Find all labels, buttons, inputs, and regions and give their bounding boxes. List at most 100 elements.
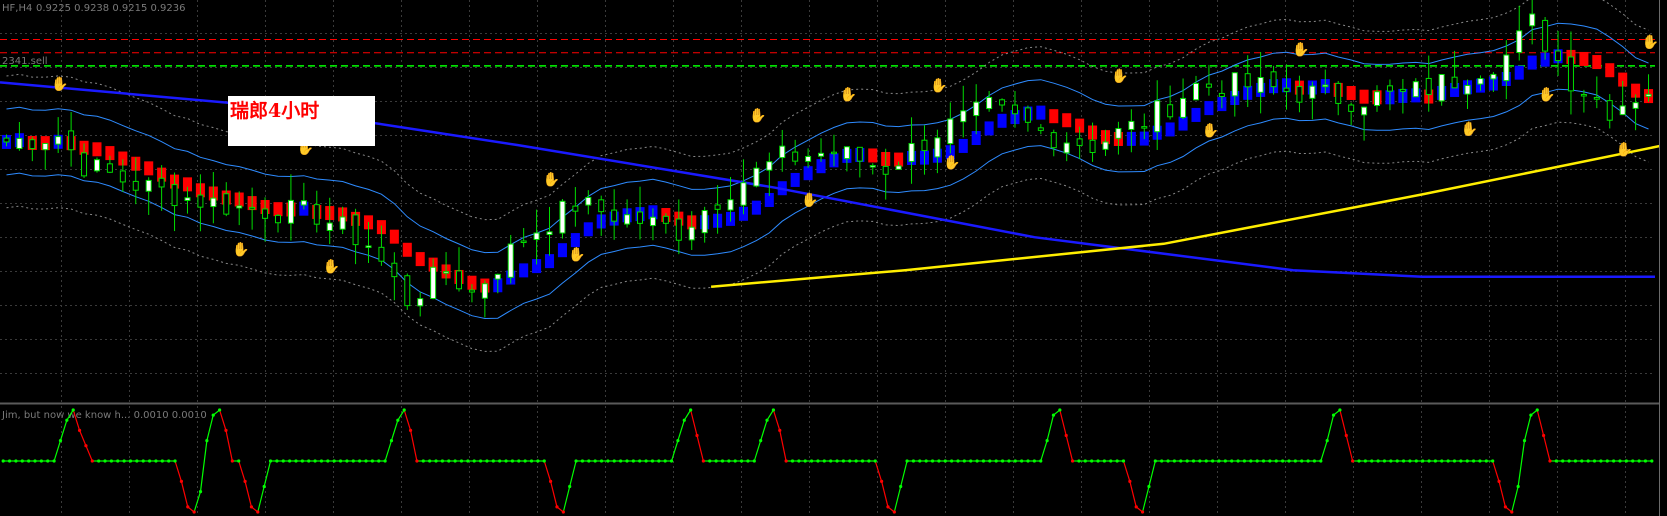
osc-point	[77, 428, 82, 432]
candle-bear	[1425, 77, 1432, 95]
osc-point	[275, 459, 279, 463]
osc-point	[167, 459, 171, 463]
candle-bull	[339, 216, 346, 230]
osc-point	[1020, 459, 1024, 463]
candle-bull	[430, 266, 437, 300]
candle-bull	[973, 101, 980, 117]
candle-bear	[132, 180, 139, 191]
osc-point	[313, 459, 317, 463]
osc-point	[619, 459, 623, 463]
ribbon-bar-up	[1514, 65, 1524, 80]
red-hand-icon: ✋	[543, 171, 560, 188]
osc-point	[1039, 459, 1043, 463]
ribbon-bar-up	[803, 166, 813, 181]
blue-hand-icon: ✋	[1202, 122, 1219, 139]
osc-point	[383, 459, 387, 463]
osc-point	[1064, 433, 1068, 438]
osc-point	[638, 459, 642, 463]
osc-point	[338, 459, 343, 463]
osc-point	[848, 459, 852, 463]
candle-bear	[1050, 132, 1057, 149]
osc-point	[969, 459, 973, 463]
candle-bear	[1205, 83, 1212, 88]
ribbon-bar-up	[1165, 122, 1175, 137]
blue-hand-icon: ✋	[1538, 86, 1555, 103]
candle-bear	[520, 240, 527, 243]
osc-point	[345, 459, 349, 463]
candle-bull	[1619, 105, 1626, 116]
osc-point	[720, 459, 725, 463]
osc-point	[1586, 459, 1590, 463]
ribbon-bar-down	[389, 229, 399, 244]
price-chart[interactable]: ✋✋✋✋✋✋✋✋✋✋✋✋✋✋✋✋✋✋✋ 瑞郎4小时 HF,H4 0.9225 0…	[0, 0, 1667, 516]
candle-bear	[1399, 88, 1406, 92]
osc-point	[784, 459, 788, 463]
osc-point	[20, 459, 24, 463]
osc-point	[122, 459, 126, 463]
osc-point	[1650, 459, 1654, 463]
candle-bull	[624, 214, 631, 225]
osc-point	[1414, 459, 1418, 463]
candle-bull	[585, 196, 592, 206]
ribbon-bar-up	[997, 113, 1007, 128]
candle-bear	[262, 208, 269, 219]
osc-point	[428, 459, 432, 463]
osc-point	[739, 459, 744, 463]
candle-bull	[1128, 120, 1135, 130]
osc-point	[459, 459, 464, 463]
ribbon-bar-down	[1579, 51, 1589, 66]
osc-point	[1128, 479, 1132, 483]
osc-point	[988, 459, 992, 463]
ribbon-bar-down	[1592, 55, 1602, 70]
ribbon-bar-up	[544, 254, 555, 269]
osc-point	[1331, 413, 1336, 417]
osc-point	[230, 459, 234, 463]
osc-point	[905, 459, 909, 463]
osc-point	[1115, 459, 1119, 463]
osc-point	[1102, 459, 1106, 463]
osc-point	[211, 413, 215, 417]
osc-point	[300, 459, 304, 463]
osc-point	[669, 459, 674, 463]
osc-point	[1007, 459, 1011, 463]
ribbon-bar-up	[557, 243, 567, 258]
osc-point	[829, 459, 833, 463]
osc-point	[415, 459, 419, 463]
ribbon-bar-down	[402, 242, 412, 257]
osc-point	[58, 439, 63, 443]
osc-point	[205, 439, 209, 443]
chart-background	[0, 0, 1667, 516]
osc-point	[389, 439, 394, 443]
osc-point	[192, 510, 196, 514]
osc-point	[1465, 459, 1469, 463]
osc-point	[109, 459, 113, 463]
candle-bear	[223, 193, 230, 215]
osc-point	[587, 459, 591, 463]
osc-point	[46, 459, 50, 463]
candle-bear	[1335, 82, 1342, 104]
ribbon-bar-down	[92, 142, 102, 157]
osc-point	[478, 459, 483, 463]
osc-point	[1382, 459, 1387, 463]
osc-point	[256, 510, 260, 514]
osc-point	[1599, 459, 1603, 463]
osc-point	[1319, 459, 1323, 463]
osc-point	[52, 459, 56, 463]
osc-point	[1452, 459, 1457, 463]
osc-point	[186, 505, 190, 509]
candle-bear	[1244, 73, 1251, 88]
candle-bull	[1063, 142, 1070, 154]
osc-point	[1618, 459, 1622, 463]
candle-bear	[1141, 126, 1148, 129]
blue-hand-icon: ✋	[232, 241, 249, 258]
ribbon-bar-up	[1204, 101, 1214, 116]
osc-point	[523, 459, 527, 463]
osc-point	[886, 505, 890, 509]
candle-bear	[68, 130, 75, 151]
osc-point	[1554, 459, 1558, 463]
ribbon-bar-down	[1062, 113, 1072, 128]
osc-point	[1395, 459, 1399, 463]
osc-point	[1204, 459, 1208, 463]
osc-point	[135, 459, 139, 463]
candle-bear	[456, 270, 463, 290]
